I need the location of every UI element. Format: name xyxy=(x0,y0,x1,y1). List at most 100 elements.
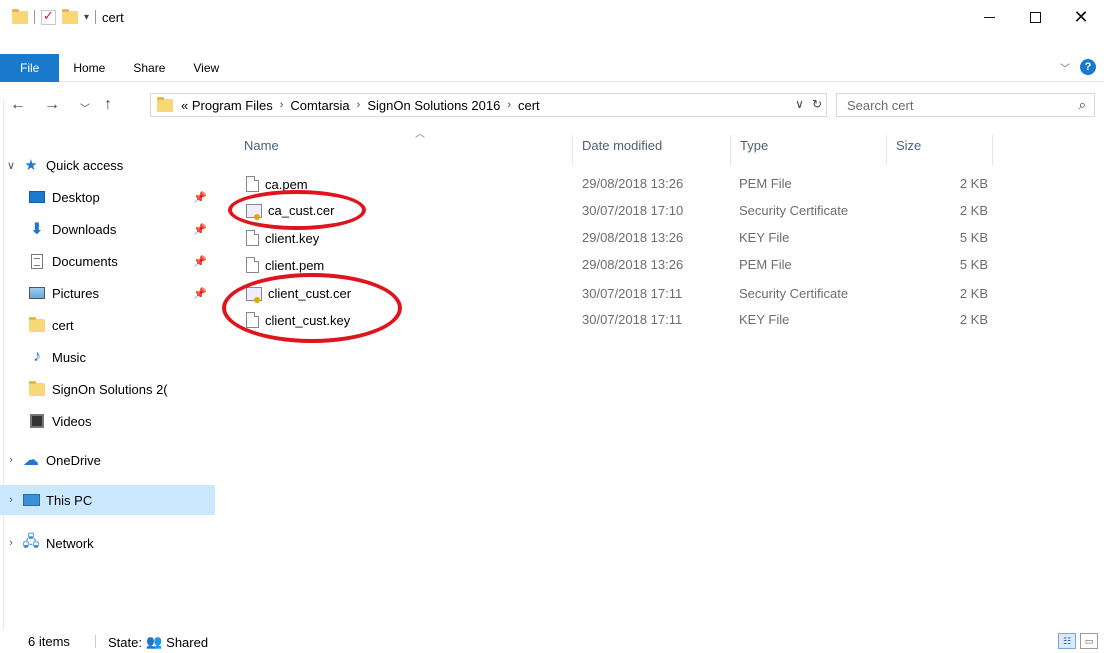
sort-ascending-icon: ︿ xyxy=(415,129,425,140)
properties-icon[interactable] xyxy=(41,8,56,25)
column-divider[interactable] xyxy=(730,135,731,165)
date-modified-cell: 29/08/2018 13:26 xyxy=(582,176,684,191)
file-name: ca_cust.cer xyxy=(268,203,335,218)
column-header-date-modified[interactable]: Date modified xyxy=(582,138,662,164)
large-icons-view-icon[interactable]: ▭ xyxy=(1080,633,1098,649)
type-cell: PEM File xyxy=(739,176,792,191)
sidebar-item-music[interactable]: ♪ Music xyxy=(0,342,215,372)
chevron-right-icon[interactable]: › xyxy=(507,99,511,111)
tab-file[interactable]: File xyxy=(0,54,60,82)
file-name-cell: client.pem xyxy=(246,257,324,273)
chevron-down-icon[interactable]: ∨ xyxy=(795,97,804,111)
forward-icon[interactable]: → xyxy=(44,96,60,114)
sidebar-item-documents[interactable]: Documents 📌 xyxy=(0,246,215,276)
pin-icon[interactable]: 📌 xyxy=(193,255,207,268)
navigation-pane: ∨ ★ Quick access Desktop 📌 ⬇ Downloads 📌… xyxy=(0,130,220,630)
column-divider[interactable] xyxy=(886,135,887,165)
recent-locations-icon[interactable]: ﹀ xyxy=(80,100,90,115)
sidebar-item-label: OneDrive xyxy=(46,452,101,468)
column-header-name[interactable]: Name xyxy=(244,138,279,164)
table-row[interactable]: client.pem 29/08/2018 13:26 PEM File 5 K… xyxy=(242,252,1002,278)
chevron-right-icon[interactable]: › xyxy=(280,99,284,111)
sidebar-item-desktop[interactable]: Desktop 📌 xyxy=(0,182,215,212)
up-icon[interactable]: ↑ xyxy=(104,96,112,114)
sidebar-item-label: Music xyxy=(52,349,86,365)
tab-share[interactable]: Share xyxy=(119,54,179,82)
table-row[interactable]: client_cust.key 30/07/2018 17:11 KEY Fil… xyxy=(242,307,1002,333)
sidebar-item-label: Pictures xyxy=(52,285,99,301)
desktop-icon xyxy=(28,189,46,205)
column-divider[interactable] xyxy=(992,135,993,165)
size-cell: 2 KB xyxy=(959,286,988,301)
table-row[interactable]: client.key 29/08/2018 13:26 KEY File 5 K… xyxy=(242,225,1002,251)
computer-icon xyxy=(22,492,40,508)
quick-access-toolbar: ▾ cert xyxy=(12,6,124,28)
sidebar-item-downloads[interactable]: ⬇ Downloads 📌 xyxy=(0,214,215,244)
chevron-right-icon[interactable]: › xyxy=(0,494,22,506)
back-icon[interactable]: ← xyxy=(10,96,26,114)
breadcrumb: « Program Files › Comtarsia › SignOn Sol… xyxy=(181,98,540,113)
expand-ribbon-icon[interactable]: ﹀ xyxy=(1060,60,1070,75)
breadcrumb-item[interactable]: cert xyxy=(518,98,540,113)
size-cell: 2 KB xyxy=(959,203,988,218)
sidebar-item-videos[interactable]: Videos xyxy=(0,406,215,436)
breadcrumb-item[interactable]: SignOn Solutions 2016 xyxy=(367,98,500,113)
date-modified-cell: 30/07/2018 17:11 xyxy=(582,286,683,301)
star-icon: ★ xyxy=(24,157,38,174)
size-cell: 5 KB xyxy=(959,257,988,272)
sidebar-item-pictures[interactable]: Pictures 📌 xyxy=(0,278,215,308)
file-name-cell: client_cust.key xyxy=(246,312,350,328)
help-icon[interactable]: ? xyxy=(1080,59,1096,75)
close-button[interactable]: ✕ xyxy=(1058,0,1104,34)
column-divider[interactable] xyxy=(572,135,573,165)
chevron-right-icon[interactable]: › xyxy=(0,537,22,549)
new-folder-icon[interactable] xyxy=(62,8,78,24)
sidebar-item-this-pc[interactable]: › This PC xyxy=(0,485,215,515)
table-row[interactable]: client_cust.cer 30/07/2018 17:11 Securit… xyxy=(242,281,1002,307)
onedrive-icon: ☁ xyxy=(23,452,39,469)
navigation-bar: ← → ﹀ ↑ « Program Files › Comtarsia › Si… xyxy=(0,88,1104,124)
sidebar-item-label: SignOn Solutions 2( xyxy=(52,381,168,397)
sidebar-item-network[interactable]: › 🖧 Network xyxy=(0,528,215,558)
file-name-cell: client_cust.cer xyxy=(246,286,351,303)
downloads-icon: ⬇ xyxy=(30,221,44,238)
file-name: client.pem xyxy=(265,257,325,273)
minimize-button[interactable] xyxy=(966,0,1012,34)
column-header-type[interactable]: Type xyxy=(740,138,768,164)
type-cell: Security Certificate xyxy=(739,203,849,218)
folder-icon xyxy=(28,380,46,397)
table-row[interactable]: ca_cust.cer 30/07/2018 17:10 Security Ce… xyxy=(242,198,1002,224)
column-header-size[interactable]: Size xyxy=(896,138,921,164)
sidebar-item-signon-solutions[interactable]: SignOn Solutions 2( xyxy=(0,374,215,404)
details-view-icon[interactable]: ☷ xyxy=(1058,633,1076,649)
breadcrumb-item[interactable]: « Program Files xyxy=(181,98,273,113)
breadcrumb-item[interactable]: Comtarsia xyxy=(290,98,349,113)
pin-icon[interactable]: 📌 xyxy=(193,287,207,300)
search-icon[interactable]: ⌕ xyxy=(1079,97,1086,113)
file-icon xyxy=(246,176,259,192)
maximize-button[interactable] xyxy=(1012,0,1058,34)
shared-users-icon: 👥 xyxy=(145,634,163,649)
chevron-right-icon[interactable]: › xyxy=(0,454,22,466)
pictures-icon xyxy=(28,285,46,301)
search-input[interactable]: Search cert ⌕ xyxy=(836,93,1095,117)
sidebar-item-label: Downloads xyxy=(52,221,117,237)
address-bar[interactable]: « Program Files › Comtarsia › SignOn Sol… xyxy=(150,93,827,117)
pin-icon[interactable]: 📌 xyxy=(193,191,207,204)
share-state: State: 👥 Shared xyxy=(108,634,208,650)
chevron-down-icon[interactable]: ∨ xyxy=(0,159,22,172)
refresh-icon[interactable]: ↻ xyxy=(812,97,822,111)
network-icon: 🖧 xyxy=(22,532,40,550)
sidebar-item-cert[interactable]: cert xyxy=(0,310,215,340)
folder-icon[interactable] xyxy=(12,8,28,24)
tab-home[interactable]: Home xyxy=(59,54,119,82)
certificate-icon xyxy=(246,203,262,220)
sidebar-item-onedrive[interactable]: › ☁ OneDrive xyxy=(0,445,215,475)
chevron-right-icon[interactable]: › xyxy=(357,99,361,111)
sidebar-item-quick-access[interactable]: ∨ ★ Quick access xyxy=(0,150,215,180)
table-row[interactable]: ca.pem 29/08/2018 13:26 PEM File 2 KB xyxy=(242,171,1002,197)
customize-toolbar-icon[interactable]: ▾ xyxy=(84,12,89,23)
tab-view[interactable]: View xyxy=(179,54,233,82)
pin-icon[interactable]: 📌 xyxy=(193,223,207,236)
type-cell: KEY File xyxy=(739,230,790,245)
